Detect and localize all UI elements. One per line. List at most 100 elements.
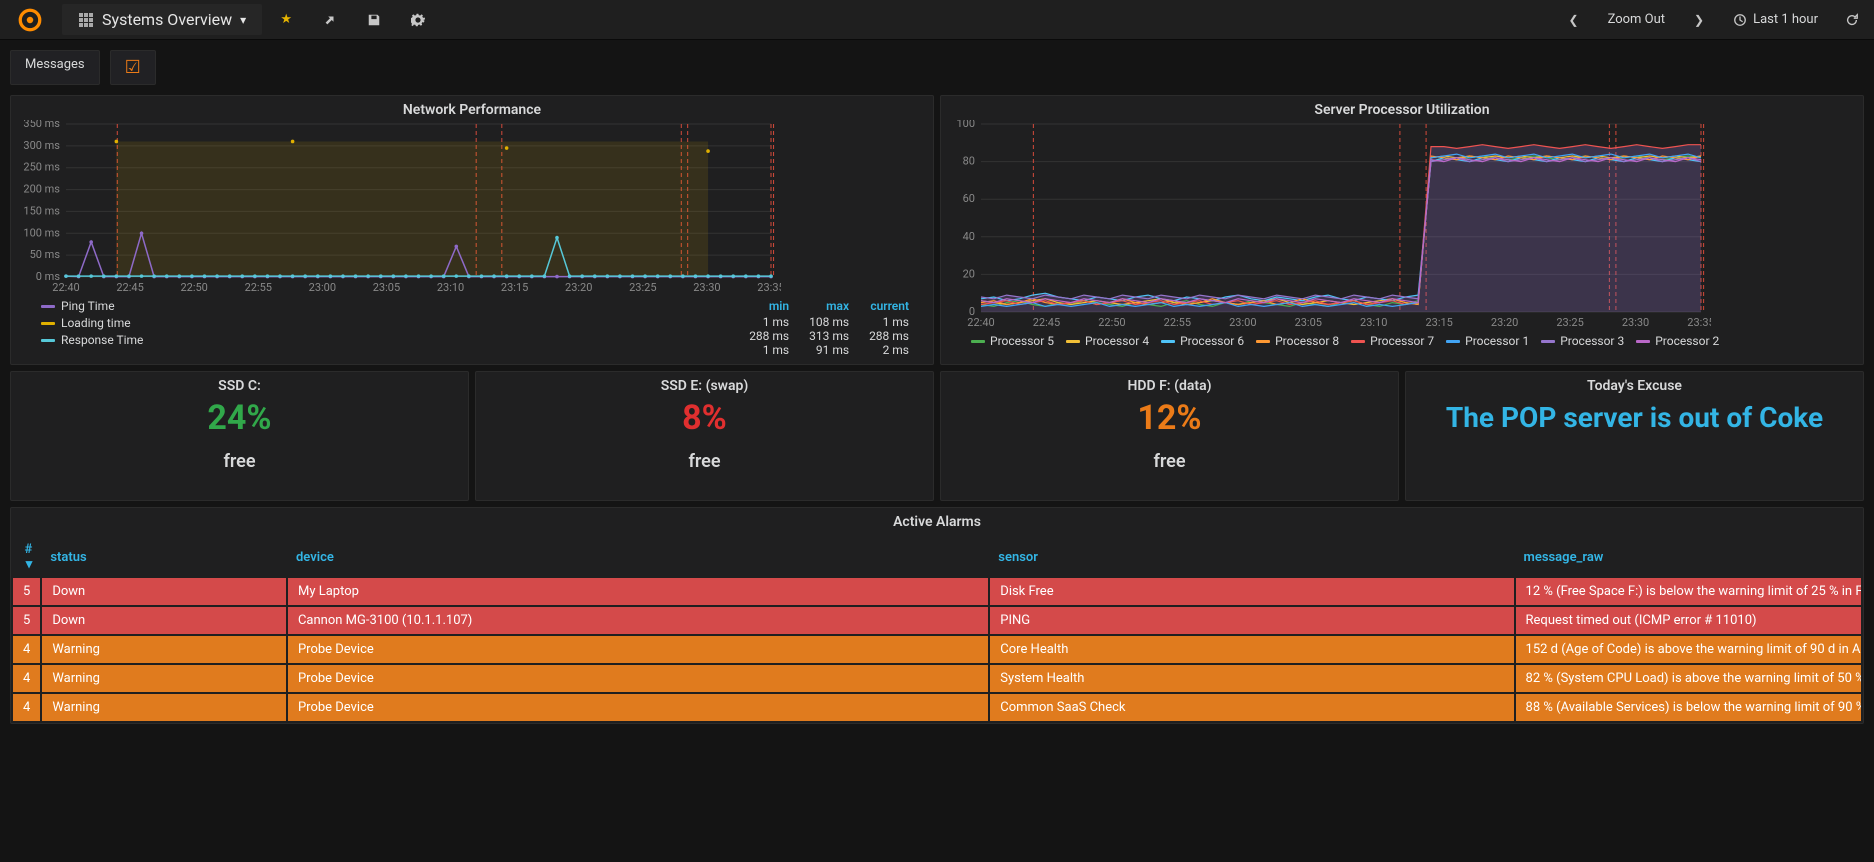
- legend-swatch: [971, 340, 985, 343]
- panel-title: SSD C:: [218, 372, 261, 400]
- table-cell: Down: [42, 607, 286, 634]
- svg-text:50 ms: 50 ms: [30, 248, 61, 261]
- table-cell: Warning: [42, 665, 286, 692]
- legend-stat-value: 313 ms: [799, 329, 859, 343]
- grafana-logo[interactable]: [0, 0, 60, 39]
- legend-swatch: [1636, 340, 1650, 343]
- panel-title: Network Performance: [11, 96, 933, 120]
- star-button[interactable]: ★: [266, 4, 306, 35]
- alarm-col-header[interactable]: status: [42, 538, 286, 576]
- legend-item[interactable]: Loading time: [41, 316, 143, 330]
- legend-stat-header: max: [799, 299, 859, 315]
- svg-text:23:35: 23:35: [1687, 316, 1711, 329]
- legend-stat-value: 91 ms: [799, 343, 859, 357]
- stat-sub: free: [688, 451, 720, 472]
- legend-label: Processor 5: [990, 334, 1054, 348]
- legend-label: Processor 2: [1655, 334, 1719, 348]
- svg-text:100 ms: 100 ms: [23, 226, 60, 239]
- alarm-col-header[interactable]: sensor: [990, 538, 1513, 576]
- table-cell: Cannon MG-3100 (10.1.1.107): [288, 607, 988, 634]
- time-forward-button[interactable]: ❯: [1679, 4, 1719, 35]
- legend-swatch: [1256, 340, 1270, 343]
- table-row[interactable]: 4WarningProbe DeviceSystem Health82 % (S…: [13, 665, 1861, 692]
- legend-label: Processor 3: [1560, 334, 1624, 348]
- settings-button[interactable]: [398, 4, 438, 35]
- refresh-icon: [1845, 13, 1859, 27]
- panel-ssd-c[interactable]: SSD C: 24% free: [10, 371, 469, 501]
- time-range-label: Last 1 hour: [1753, 12, 1818, 27]
- table-cell: 12 % (Free Space F:) is below the warnin…: [1516, 578, 1861, 605]
- table-cell: Down: [42, 578, 286, 605]
- svg-text:350 ms: 350 ms: [23, 120, 60, 130]
- chart-cpu: 02040608010022:4022:4522:5022:5523:0023:…: [941, 120, 1711, 330]
- chevron-right-icon: ❯: [1694, 13, 1704, 27]
- legend-item[interactable]: Processor 3: [1541, 334, 1624, 348]
- legend-swatch: [1066, 340, 1080, 343]
- legend-item[interactable]: Processor 6: [1161, 334, 1244, 348]
- table-cell: My Laptop: [288, 578, 988, 605]
- panel-active-alarms[interactable]: Active Alarms # ▾statusdevicesensormessa…: [10, 507, 1864, 724]
- panel-ssd-e[interactable]: SSD E: (swap) 8% free: [475, 371, 934, 501]
- legend-item[interactable]: Processor 5: [971, 334, 1054, 348]
- row-tabs: Messages ☑: [0, 40, 1874, 85]
- share-button[interactable]: [310, 4, 350, 35]
- table-row[interactable]: 5DownMy LaptopDisk Free12 % (Free Space …: [13, 578, 1861, 605]
- panel-network-performance[interactable]: Network Performance 0 ms50 ms100 ms150 m…: [10, 95, 934, 365]
- panel-title: Today's Excuse: [1587, 372, 1682, 396]
- alarm-col-header[interactable]: # ▾: [13, 538, 40, 576]
- svg-text:23:15: 23:15: [501, 281, 528, 294]
- svg-text:23:20: 23:20: [565, 281, 592, 294]
- panel-excuse[interactable]: Today's Excuse The POP server is out of …: [1405, 371, 1864, 501]
- legend-stat-value: 108 ms: [799, 315, 859, 329]
- legend-stat-value: 1 ms: [739, 343, 799, 357]
- legend-item[interactable]: Processor 8: [1256, 334, 1339, 348]
- legend-swatch: [1161, 340, 1175, 343]
- dashboard-grid: Network Performance 0 ms50 ms100 ms150 m…: [0, 85, 1874, 734]
- svg-text:22:55: 22:55: [245, 281, 272, 294]
- svg-text:250 ms: 250 ms: [23, 161, 60, 174]
- svg-text:23:20: 23:20: [1491, 316, 1518, 329]
- time-range-picker[interactable]: Last 1 hour: [1721, 0, 1830, 39]
- panel-hdd-f[interactable]: HDD F: (data) 12% free: [940, 371, 1399, 501]
- dashboard-picker[interactable]: Systems Overview ▾: [62, 4, 262, 35]
- legend-swatch: [1541, 340, 1555, 343]
- table-cell: 5: [13, 607, 40, 634]
- svg-text:23:00: 23:00: [1229, 316, 1256, 329]
- svg-text:80: 80: [963, 155, 975, 168]
- legend-item[interactable]: Processor 2: [1636, 334, 1719, 348]
- zoom-out-button[interactable]: Zoom Out: [1596, 0, 1677, 39]
- refresh-button[interactable]: [1832, 4, 1872, 35]
- row-tab-messages[interactable]: Messages: [10, 50, 100, 85]
- legend-item[interactable]: Processor 4: [1066, 334, 1149, 348]
- legend-item[interactable]: Ping Time: [41, 299, 143, 313]
- table-cell: 88 % (Available Services) is below the w…: [1516, 694, 1861, 721]
- alarm-col-header[interactable]: device: [288, 538, 988, 576]
- table-row[interactable]: 4WarningProbe DeviceCommon SaaS Check88 …: [13, 694, 1861, 721]
- alarms-table: # ▾statusdevicesensormessage_raw 5DownMy…: [11, 536, 1863, 723]
- save-button[interactable]: [354, 4, 394, 35]
- panel-cpu-utilization[interactable]: Server Processor Utilization 02040608010…: [940, 95, 1864, 365]
- svg-text:200 ms: 200 ms: [23, 183, 60, 196]
- chart-network: 0 ms50 ms100 ms150 ms200 ms250 ms300 ms3…: [11, 120, 781, 295]
- legend-item[interactable]: Processor 1: [1446, 334, 1529, 348]
- legend-label: Response Time: [61, 333, 143, 347]
- table-row[interactable]: 5DownCannon MG-3100 (10.1.1.107)PINGRequ…: [13, 607, 1861, 634]
- chevron-down-icon: ▾: [240, 13, 246, 27]
- time-back-button[interactable]: ❮: [1554, 4, 1594, 35]
- svg-text:40: 40: [963, 230, 975, 243]
- legend-label: Processor 6: [1180, 334, 1244, 348]
- row-tab-check[interactable]: ☑: [110, 50, 156, 85]
- panel-title: HDD F: (data): [1127, 372, 1211, 400]
- table-cell: Common SaaS Check: [990, 694, 1513, 721]
- legend-swatch: [41, 305, 55, 308]
- table-row[interactable]: 4WarningProbe DeviceCore Health152 d (Ag…: [13, 636, 1861, 663]
- svg-text:23:10: 23:10: [1360, 316, 1387, 329]
- legend-label: Ping Time: [61, 299, 115, 313]
- legend-item[interactable]: Response Time: [41, 333, 143, 347]
- svg-text:150 ms: 150 ms: [23, 204, 60, 217]
- stat-sub: free: [223, 451, 255, 472]
- alarm-col-header[interactable]: message_raw: [1516, 538, 1861, 576]
- legend-item[interactable]: Processor 7: [1351, 334, 1434, 348]
- svg-text:22:55: 22:55: [1164, 316, 1191, 329]
- row-tab-label: Messages: [25, 57, 85, 72]
